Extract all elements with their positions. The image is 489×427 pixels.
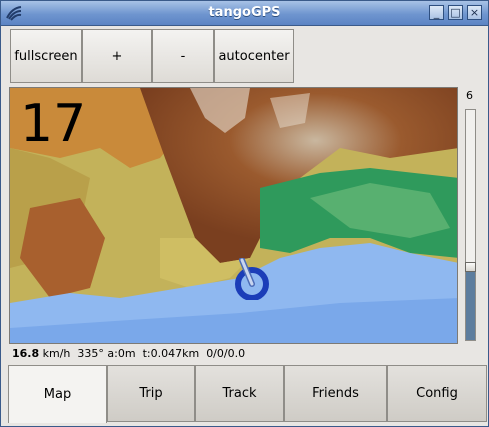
gps-position-marker [235, 258, 269, 300]
app-window: tangoGPS _ □ × fullscreen + - autocenter [0, 0, 489, 427]
speed-unit: km/h [39, 347, 71, 360]
maximize-button[interactable]: □ [448, 5, 463, 20]
tab-bar: Map Trip Track Friends Config [8, 365, 487, 423]
fullscreen-button[interactable]: fullscreen [10, 29, 82, 83]
tab-trip[interactable]: Trip [107, 365, 195, 422]
close-button[interactable]: × [467, 5, 482, 20]
status-line: 16.8 km/h 335° a:0m t:0.047km 0/0/0.0 [12, 347, 245, 360]
zoom-slider[interactable] [465, 109, 476, 341]
tab-track[interactable]: Track [195, 365, 284, 422]
zoom-out-button[interactable]: - [152, 29, 214, 83]
window-title: tangoGPS [208, 5, 281, 20]
heading-value: 335° [77, 347, 104, 360]
autocenter-button[interactable]: autocenter [214, 29, 294, 83]
map-view[interactable]: 17 [9, 87, 458, 344]
minimize-button[interactable]: _ [429, 5, 444, 20]
zoom-slider-fill [466, 271, 475, 340]
zoom-slider-max-label: 6 [466, 89, 473, 102]
zoom-in-button[interactable]: + [82, 29, 152, 83]
zoom-slider-handle[interactable] [465, 262, 476, 272]
altitude-value: a:0m [107, 347, 136, 360]
trip-distance-value: t:0.047km [142, 347, 200, 360]
tab-friends[interactable]: Friends [284, 365, 387, 422]
tab-config[interactable]: Config [387, 365, 487, 422]
satellite-info-value: 0/0/0.0 [206, 347, 246, 360]
map-toolbar: fullscreen + - autocenter [10, 29, 297, 83]
speed-value: 16.8 [12, 347, 40, 360]
title-bar[interactable]: tangoGPS _ □ × [1, 1, 488, 26]
tab-map[interactable]: Map [8, 365, 107, 423]
zoom-level-label: 17 [20, 94, 87, 154]
